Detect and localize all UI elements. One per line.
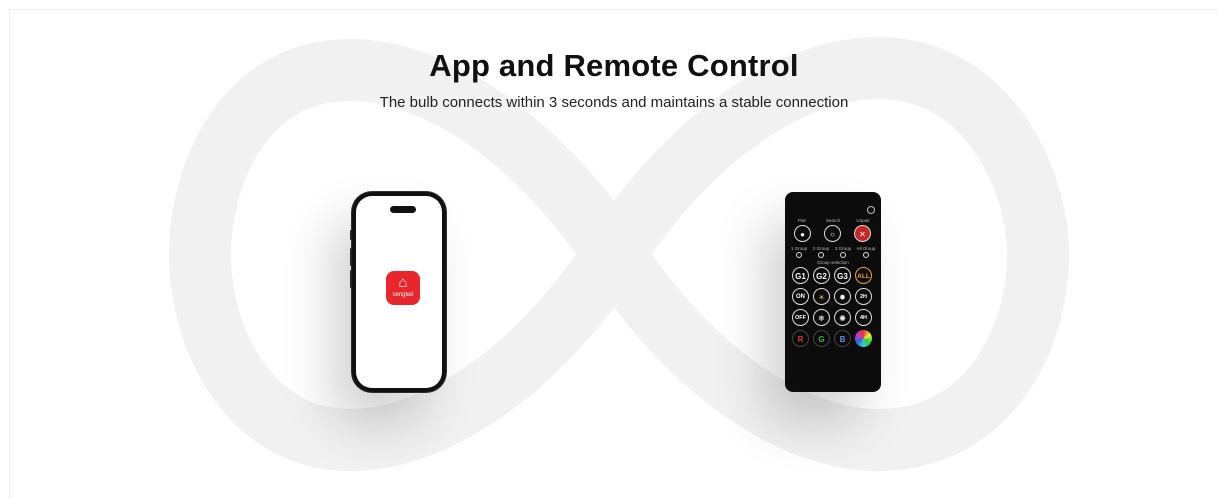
timer-2h-button[interactable]: 2H xyxy=(855,288,872,305)
cool-light-button[interactable]: ❄ xyxy=(813,309,830,326)
group-2-indicator xyxy=(818,252,824,258)
g2-button[interactable]: G2 xyxy=(813,267,830,284)
smartphone: ⌂ sengled xyxy=(350,192,446,392)
red-button[interactable]: R xyxy=(792,330,809,347)
group-3-label: 3 Group xyxy=(834,246,852,251)
group-1-indicator xyxy=(796,252,802,258)
house-icon: ⌂ xyxy=(398,274,408,291)
page-frame: App and Remote Control The bulb connects… xyxy=(9,9,1217,498)
page-title: App and Remote Control xyxy=(429,48,799,83)
remote-control: Pair Search Unpair ● ○ ✕ 1 Group 2 Group… xyxy=(785,192,881,392)
sengled-app-icon[interactable]: ⌂ sengled xyxy=(386,271,420,305)
dynamic-island xyxy=(390,206,416,213)
phone-side-button xyxy=(350,270,352,288)
g1-button[interactable]: G1 xyxy=(792,267,809,284)
search-label: Search xyxy=(825,218,841,223)
brightness-down-button[interactable]: ✺ xyxy=(834,309,851,326)
blue-button[interactable]: B xyxy=(834,330,851,347)
warm-light-button[interactable]: ☀ xyxy=(813,288,830,305)
phone-side-button xyxy=(350,230,352,240)
app-brand-label: sengled xyxy=(392,292,414,298)
all-group-label: All Group xyxy=(856,246,876,251)
pair-label: Pair xyxy=(797,218,806,223)
snowflake-icon: ❄ xyxy=(818,314,825,323)
group-1-label: 1 Group xyxy=(790,246,808,251)
green-button[interactable]: G xyxy=(813,330,830,347)
group-3-indicator xyxy=(840,252,846,258)
timer-4h-button[interactable]: 4H xyxy=(855,309,872,326)
all-group-indicator xyxy=(863,252,869,258)
brightness-icon: ✹ xyxy=(839,293,846,302)
indicator-light xyxy=(867,206,875,214)
unpair-label: Unpair xyxy=(856,218,870,223)
color-wheel-button[interactable] xyxy=(855,330,872,347)
dim-icon: ✺ xyxy=(839,314,846,323)
phone-screen: ⌂ sengled xyxy=(356,196,442,388)
unpair-button[interactable]: ✕ xyxy=(854,225,871,242)
group-selection-label: Group selection xyxy=(817,260,849,265)
on-button[interactable]: ON xyxy=(792,288,809,305)
sun-icon: ☀ xyxy=(817,293,826,302)
brightness-up-button[interactable]: ✹ xyxy=(834,288,851,305)
group-2-label: 2 Group xyxy=(812,246,830,251)
pair-button[interactable]: ● xyxy=(794,225,811,242)
page-subtitle: The bulb connects within 3 seconds and m… xyxy=(379,94,849,111)
off-button[interactable]: OFF xyxy=(792,309,809,326)
phone-side-button xyxy=(350,248,352,266)
search-button[interactable]: ○ xyxy=(824,225,841,242)
all-button[interactable]: ALL xyxy=(855,267,872,284)
g3-button[interactable]: G3 xyxy=(834,267,851,284)
